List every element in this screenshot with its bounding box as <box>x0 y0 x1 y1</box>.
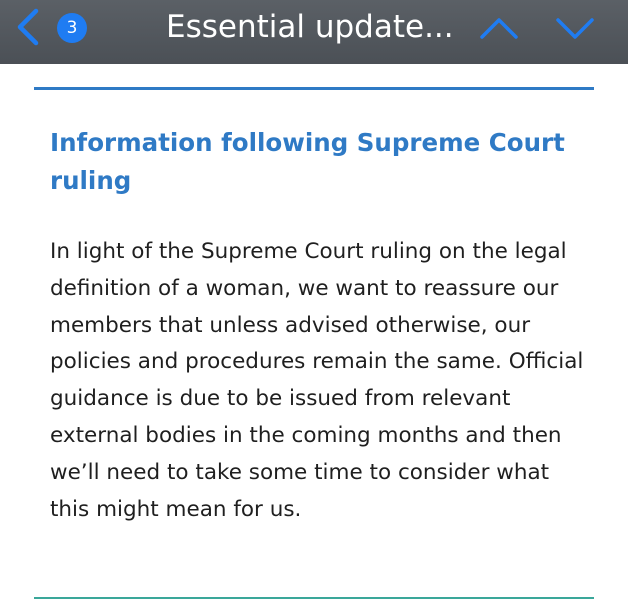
chevron-down-icon[interactable] <box>554 10 596 46</box>
chevron-up-icon[interactable] <box>478 10 520 46</box>
chevron-left-icon[interactable] <box>10 7 48 47</box>
top-navigation-bar: 3 Essential update... <box>0 0 628 64</box>
bottom-divider <box>34 597 594 599</box>
top-divider <box>34 87 594 90</box>
unread-count-badge: 3 <box>57 13 87 43</box>
page-title: Essential update... <box>166 9 454 45</box>
article-heading: Information following Supreme Court ruli… <box>50 128 565 195</box>
article-body: In light of the Supreme Court ruling on … <box>50 239 584 522</box>
